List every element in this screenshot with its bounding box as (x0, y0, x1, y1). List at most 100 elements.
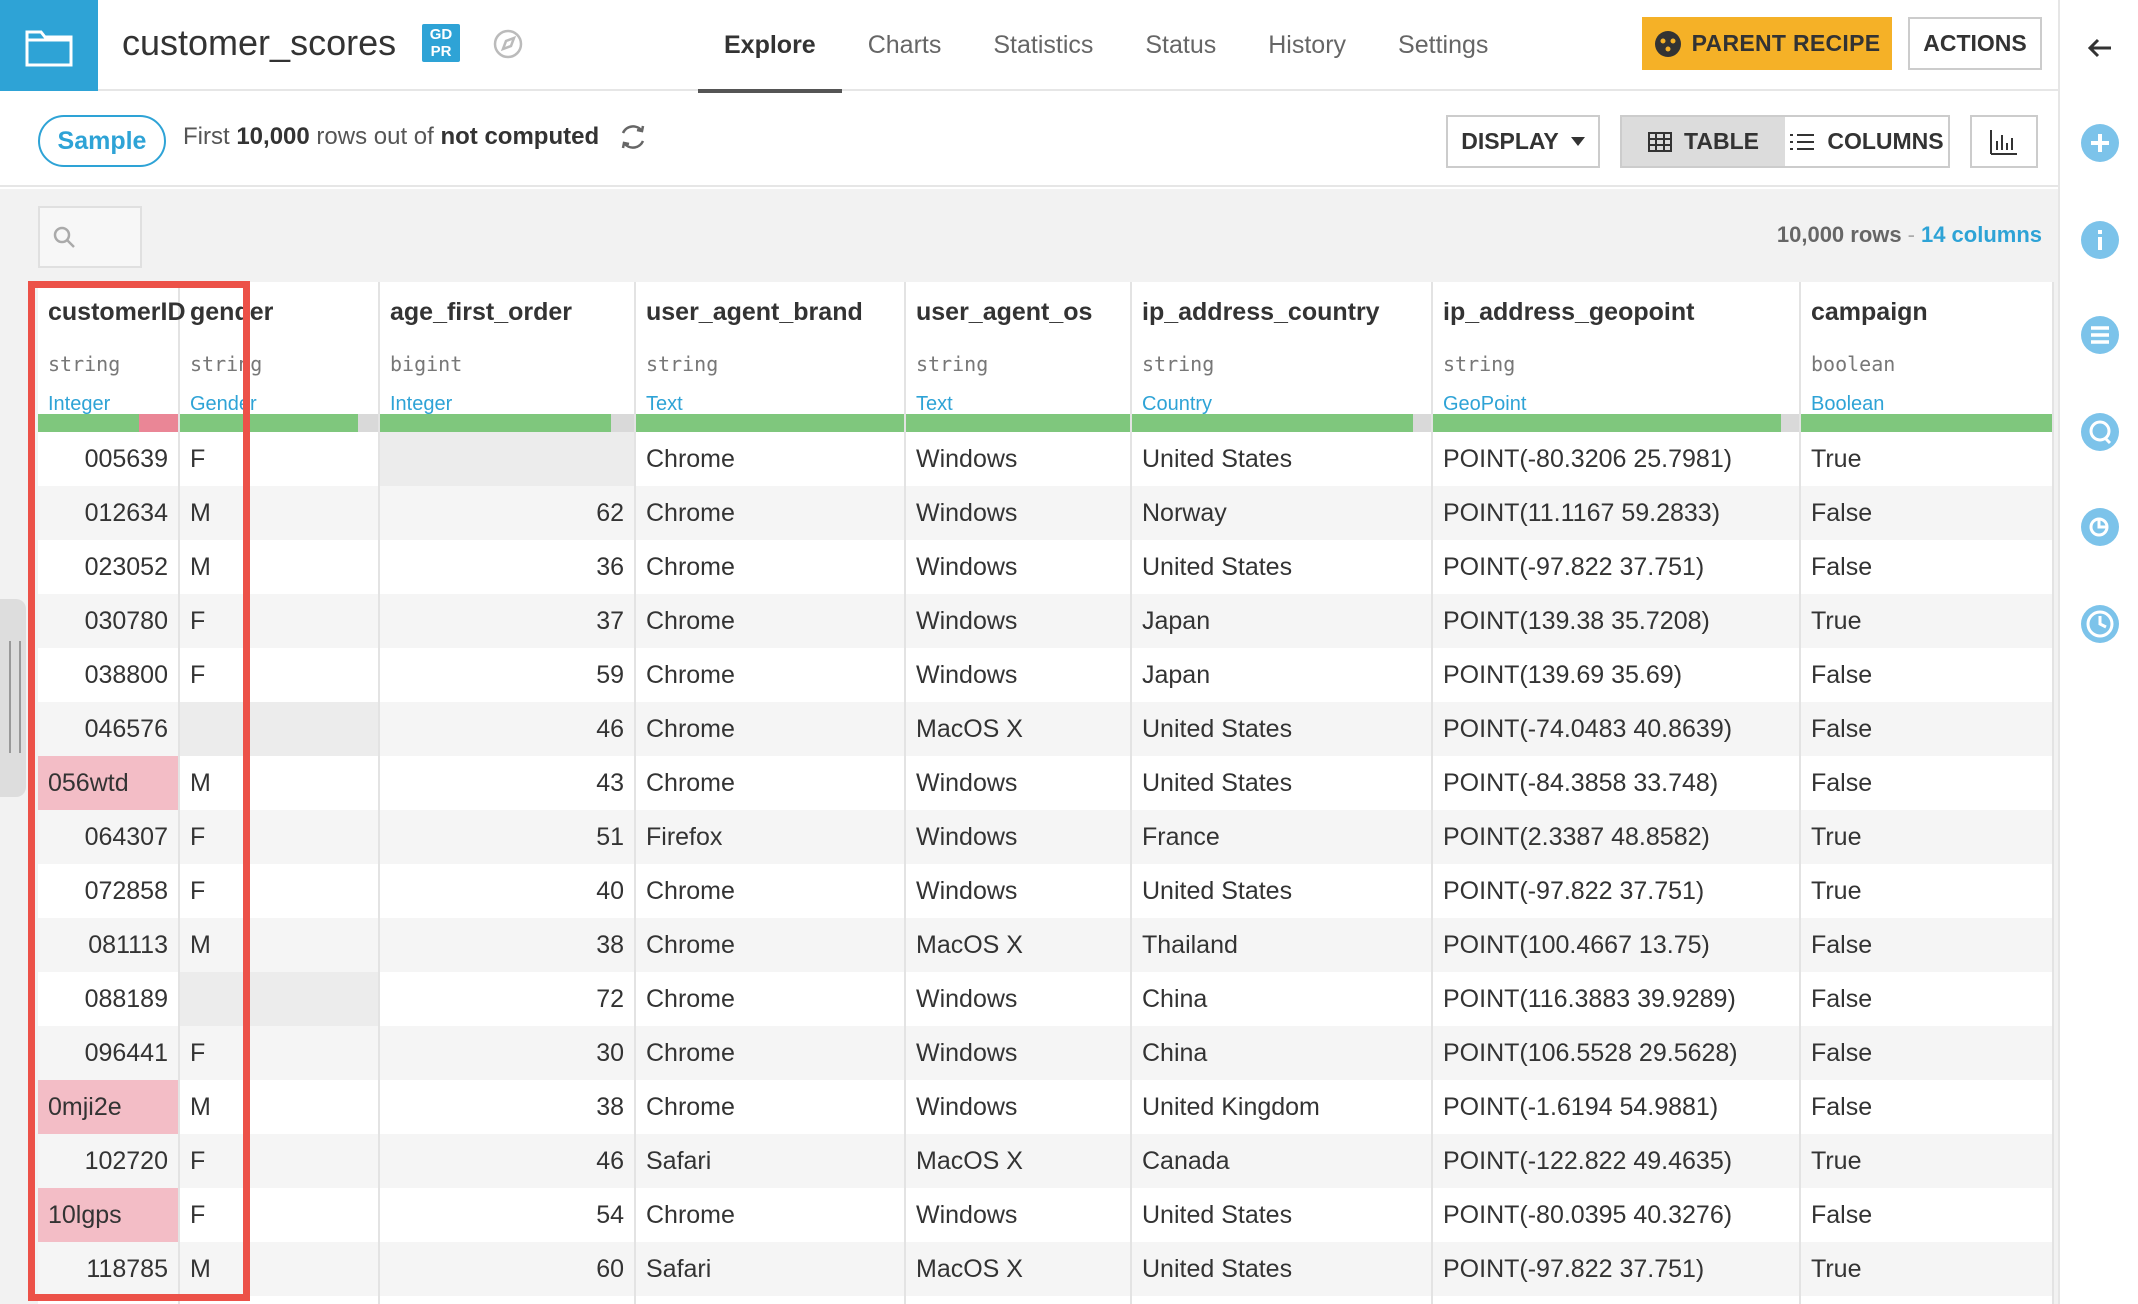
table-cell[interactable]: 005639 (38, 432, 178, 486)
add-icon[interactable] (2080, 123, 2120, 163)
table-cell[interactable]: Safari (636, 1242, 904, 1296)
table-cell[interactable]: Thailand (1132, 918, 1431, 972)
column-storage-type[interactable]: string (646, 352, 718, 376)
sidebar-resize-handle[interactable] (0, 599, 26, 797)
table-cell[interactable] (180, 972, 378, 1026)
table-cell[interactable]: Japan (1132, 594, 1431, 648)
table-cell[interactable]: 62 (380, 486, 634, 540)
table-cell[interactable]: 10lgps (38, 1188, 178, 1242)
table-cell[interactable]: False (1801, 648, 2052, 702)
table-cell[interactable]: 40 (380, 864, 634, 918)
table-cell[interactable]: False (1801, 702, 2052, 756)
table-cell[interactable]: F (180, 648, 378, 702)
table-cell[interactable]: 37 (380, 594, 634, 648)
table-cell[interactable]: 102720 (38, 1134, 178, 1188)
table-cell[interactable]: True (1801, 594, 2052, 648)
column-meaning[interactable]: Country (1142, 393, 1212, 416)
table-cell[interactable]: 46 (380, 702, 634, 756)
table-cell[interactable]: Japan (1132, 648, 1431, 702)
display-dropdown[interactable]: DISPLAY (1446, 115, 1600, 168)
table-cell[interactable]: 023052 (38, 540, 178, 594)
search-input[interactable] (38, 206, 142, 268)
table-cell[interactable]: 30 (380, 1026, 634, 1080)
tab-status[interactable]: Status (1119, 0, 1242, 91)
table-cell[interactable]: Canada (1132, 1134, 1431, 1188)
table-cell[interactable] (180, 702, 378, 756)
column-storage-type[interactable]: string (1443, 352, 1515, 376)
column-header[interactable]: customerID string Integer (38, 282, 186, 432)
table-cell[interactable]: Chrome (636, 648, 904, 702)
table-cell[interactable]: United States (1132, 540, 1431, 594)
table-cell[interactable]: POINT(-80.3206 25.7981) (1433, 432, 1799, 486)
table-cell[interactable]: United States (1132, 1242, 1431, 1296)
table-cell[interactable]: Windows (906, 594, 1130, 648)
table-cell[interactable]: M (180, 540, 378, 594)
table-cell[interactable]: 012634 (38, 486, 178, 540)
table-cell[interactable]: False (1801, 540, 2052, 594)
parent-recipe-button[interactable]: PARENT RECIPE (1642, 17, 1892, 70)
table-cell[interactable]: Chrome (636, 432, 904, 486)
table-cell[interactable]: POINT(-1.6194 54.9881) (1433, 1080, 1799, 1134)
table-cell[interactable]: POINT(106.5528 29.5628) (1433, 1026, 1799, 1080)
column-meaning[interactable]: Boolean (1811, 393, 1884, 416)
table-cell[interactable]: Chrome (636, 918, 904, 972)
dataset-folder-icon[interactable] (0, 0, 98, 91)
table-cell[interactable]: United Kingdom (1132, 1080, 1431, 1134)
table-cell[interactable]: United States (1132, 756, 1431, 810)
column-header[interactable]: gender string Gender (180, 282, 378, 432)
table-cell[interactable]: True (1801, 1242, 2052, 1296)
table-cell[interactable]: Windows (906, 1080, 1130, 1134)
table-cell[interactable]: 72 (380, 972, 634, 1026)
tab-statistics[interactable]: Statistics (967, 0, 1119, 91)
table-cell[interactable]: 46 (380, 1134, 634, 1188)
table-cell[interactable]: Chrome (636, 864, 904, 918)
table-cell[interactable]: True (1801, 1134, 2052, 1188)
table-cell[interactable]: M (180, 918, 378, 972)
table-cell[interactable]: POINT(2.3387 48.8582) (1433, 810, 1799, 864)
table-cell[interactable]: True (1801, 864, 2052, 918)
table-cell[interactable]: POINT(11.1167 59.2833) (1433, 486, 1799, 540)
column-name[interactable]: user_agent_os (916, 298, 1092, 327)
table-cell[interactable]: Chrome (636, 972, 904, 1026)
table-cell[interactable]: Chrome (636, 486, 904, 540)
column-name[interactable]: customerID (48, 298, 186, 327)
table-cell[interactable]: POINT(-97.822 37.751) (1433, 864, 1799, 918)
table-cell[interactable]: 088189 (38, 972, 178, 1026)
column-header[interactable]: user_agent_brand string Text (636, 282, 904, 432)
table-cell[interactable]: 046576 (38, 702, 178, 756)
table-cell[interactable]: Windows (906, 648, 1130, 702)
table-cell[interactable]: Windows (906, 864, 1130, 918)
table-cell[interactable]: Chrome (636, 540, 904, 594)
table-cell[interactable]: Windows (906, 972, 1130, 1026)
table-view-button[interactable]: TABLE (1622, 117, 1785, 166)
table-cell[interactable]: M (180, 486, 378, 540)
table-cell[interactable]: F (180, 432, 378, 486)
table-cell[interactable]: Windows (906, 1188, 1130, 1242)
table-cell[interactable]: F (180, 864, 378, 918)
table-cell[interactable]: Norway (1132, 486, 1431, 540)
column-meaning[interactable]: Integer (390, 393, 452, 416)
table-cell[interactable]: 38 (380, 918, 634, 972)
table-cell[interactable]: False (1801, 756, 2052, 810)
tab-history[interactable]: History (1242, 0, 1372, 91)
table-cell[interactable]: Windows (906, 1026, 1130, 1080)
table-cell[interactable]: Chrome (636, 702, 904, 756)
table-cell[interactable]: M (180, 1242, 378, 1296)
table-cell[interactable]: POINT(-122.822 49.4635) (1433, 1134, 1799, 1188)
table-cell[interactable]: France (1132, 810, 1431, 864)
column-storage-type[interactable]: string (1142, 352, 1214, 376)
table-cell[interactable]: 056wtd (38, 756, 178, 810)
column-header[interactable]: ip_address_geopoint string GeoPoint (1433, 282, 1799, 432)
table-cell[interactable]: POINT(139.69 35.69) (1433, 648, 1799, 702)
table-cell[interactable]: Safari (636, 1134, 904, 1188)
table-cell[interactable]: True (1801, 432, 2052, 486)
table-cell[interactable]: Chrome (636, 1080, 904, 1134)
list-icon[interactable] (2080, 315, 2120, 355)
table-cell[interactable]: True (1801, 810, 2052, 864)
table-cell[interactable]: False (1801, 918, 2052, 972)
table-cell[interactable]: POINT(116.3883 39.9289) (1433, 972, 1799, 1026)
back-arrow-icon[interactable] (2080, 28, 2120, 68)
table-cell[interactable]: Windows (906, 486, 1130, 540)
column-storage-type[interactable]: string (916, 352, 988, 376)
table-cell[interactable]: POINT(-80.0395 40.3276) (1433, 1188, 1799, 1242)
